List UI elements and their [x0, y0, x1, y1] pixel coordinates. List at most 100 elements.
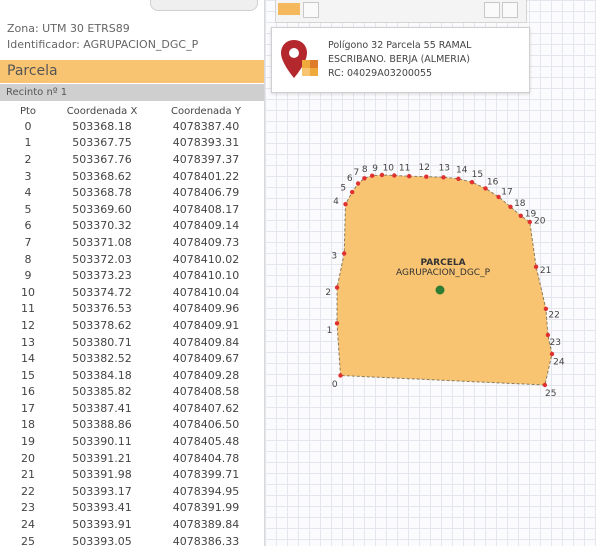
- table-row: 16 503385.82 4078408.58: [6, 384, 258, 401]
- x-cell: 503380.71: [72, 335, 132, 349]
- parcel-vertex[interactable]: [355, 181, 361, 186]
- parcel-vertex[interactable]: [370, 173, 375, 178]
- point-cell: 4: [24, 186, 32, 200]
- vertex-label: 7: [354, 168, 360, 178]
- parcel-vertex[interactable]: [508, 204, 513, 209]
- point-cell: 25: [21, 534, 35, 546]
- x-cell: 503368.18: [72, 119, 132, 133]
- y-cell: 4078401.22: [172, 169, 240, 183]
- y-cell: 4078409.73: [172, 235, 240, 249]
- parcel-vertex[interactable]: [392, 173, 397, 178]
- parcel-vertex[interactable]: [334, 285, 340, 290]
- y-cell: 4078410.10: [172, 269, 240, 283]
- point-cell: 16: [21, 385, 35, 399]
- y-cell: 4078387.40: [172, 119, 240, 133]
- table-row: 20 503391.21 4078404.78: [6, 450, 258, 467]
- vertex-label: 6: [347, 174, 353, 184]
- point-cell: 2: [24, 152, 32, 166]
- parcel-vertex[interactable]: [527, 219, 532, 225]
- x-cell: 503391.98: [72, 468, 132, 482]
- vertex-label: 17: [501, 188, 512, 198]
- parcel-vertex[interactable]: [343, 202, 348, 207]
- point-cell: 21: [21, 468, 35, 482]
- parcel-vertex[interactable]: [542, 382, 548, 388]
- point-cell: 17: [21, 401, 35, 415]
- y-cell: 4078410.02: [172, 252, 240, 266]
- parcel-vertex[interactable]: [469, 180, 475, 185]
- parcel-vertex[interactable]: [342, 251, 347, 256]
- parcel-vertex[interactable]: [407, 174, 412, 179]
- parcel-map-title: PARCELA: [420, 258, 465, 268]
- point-cell: 15: [21, 368, 35, 382]
- y-cell: 4078408.17: [172, 202, 240, 216]
- y-cell: 4078393.31: [172, 136, 240, 150]
- parcel-header: Parcela: [0, 60, 264, 83]
- table-row: 6 503370.32 4078409.14: [6, 218, 258, 235]
- y-cell: 4078386.33: [172, 534, 240, 546]
- parcel-info-card: Polígono 32 Parcela 55 RAMAL ESCRIBANO. …: [271, 27, 530, 93]
- map-tool-button[interactable]: [303, 2, 319, 18]
- table-row: 3 503368.62 4078401.22: [6, 168, 258, 185]
- parcel-vertex[interactable]: [424, 174, 429, 179]
- table-row: 10 503374.72 4078410.04: [6, 284, 258, 301]
- recinto-label: Recinto nº 1: [0, 84, 264, 101]
- zone-label: Zona: UTM 30 ETRS89: [7, 22, 130, 35]
- parcel-vertex[interactable]: [362, 176, 367, 181]
- x-cell: 503393.91: [72, 518, 132, 532]
- zoom-in-button[interactable]: [484, 2, 500, 18]
- parcel-vertex[interactable]: [545, 332, 551, 338]
- parcel-vertex[interactable]: [350, 189, 355, 195]
- identifier-label: Identificador: AGRUPACION_DGC_P: [7, 38, 199, 51]
- y-cell: 4078407.62: [172, 401, 240, 415]
- table-row: 22 503393.17 4078394.95: [6, 483, 258, 500]
- table-row: 21 503391.98 4078399.71: [6, 466, 258, 483]
- y-cell: 4078406.50: [172, 418, 240, 432]
- zoom-out-button[interactable]: [502, 2, 518, 18]
- table-row: 19 503390.11 4078405.48: [6, 433, 258, 450]
- point-cell: 13: [21, 335, 35, 349]
- vertex-label: 11: [399, 163, 410, 173]
- vertex-label: 25: [545, 389, 556, 399]
- table-row: 18 503388.86 4078406.50: [6, 417, 258, 434]
- y-cell: 4078391.99: [172, 501, 240, 515]
- point-cell: 7: [24, 235, 32, 249]
- table-row: 8 503372.03 4078410.02: [6, 251, 258, 268]
- vertex-label: 0: [332, 380, 338, 390]
- column-header-y: Coordenada Y: [171, 105, 241, 117]
- layer-toggle-button[interactable]: [278, 3, 300, 15]
- vertex-label: 14: [456, 165, 468, 175]
- parcel-vertex[interactable]: [338, 373, 343, 378]
- table-row: 7 503371.08 4078409.73: [6, 234, 258, 251]
- x-cell: 503376.53: [72, 302, 132, 316]
- panel-collapse-tab[interactable]: [150, 0, 258, 11]
- parcel-vertex[interactable]: [549, 351, 555, 357]
- table-row: 4 503368.78 4078406.79: [6, 184, 258, 201]
- point-cell: 10: [21, 285, 35, 299]
- y-cell: 4078394.95: [172, 484, 240, 498]
- x-cell: 503374.72: [72, 285, 132, 299]
- parcel-vertex[interactable]: [518, 213, 523, 218]
- parcel-vertex[interactable]: [456, 176, 461, 181]
- vertex-label: 21: [540, 266, 551, 276]
- table-row: 25 503393.05 4078386.33: [6, 533, 258, 546]
- parcel-vertex[interactable]: [533, 264, 539, 269]
- map-toolbar: [275, 0, 527, 23]
- parcel-centroid: [435, 285, 445, 295]
- table-row: 12 503378.62 4078409.91: [6, 317, 258, 334]
- table-row: 23 503393.41 4078391.99: [6, 500, 258, 517]
- x-cell: 503393.05: [72, 534, 132, 546]
- table-row: 0 503368.18 4078387.40: [6, 118, 258, 135]
- table-row: 5 503369.60 4078408.17: [6, 201, 258, 218]
- point-cell: 0: [24, 119, 32, 133]
- parcel-vertex[interactable]: [496, 194, 501, 200]
- x-cell: 503382.52: [72, 352, 132, 366]
- parcel-vertex[interactable]: [441, 175, 446, 180]
- point-cell: 6: [24, 219, 32, 233]
- point-cell: 14: [21, 352, 35, 366]
- vertex-label: 22: [548, 311, 559, 321]
- table-row: 24 503393.91 4078389.84: [6, 516, 258, 533]
- parcel-vertex[interactable]: [334, 321, 340, 326]
- vertex-label: 23: [549, 338, 560, 348]
- point-cell: 24: [21, 518, 35, 532]
- map-pin-icon: [281, 40, 318, 78]
